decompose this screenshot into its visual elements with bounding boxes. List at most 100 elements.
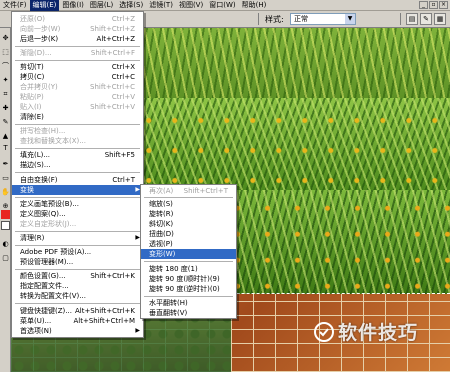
style-select-value: 正常 xyxy=(294,15,308,23)
stamp-tool-icon[interactable]: ▲ xyxy=(1,132,10,141)
options-divider xyxy=(400,13,401,25)
menu-item-rotate-90-cw[interactable]: 旋转 90 度(顺时针)(9) xyxy=(141,274,236,284)
menu-item-fill[interactable]: 填充(L)... Shift+F5 xyxy=(12,150,143,160)
brush-tool-icon[interactable]: ✎ xyxy=(1,118,10,127)
menu-separator xyxy=(15,124,140,125)
menu-item-undo[interactable]: 还原(O) Ctrl+Z xyxy=(12,14,143,24)
menu-item-flip-vertical[interactable]: 垂直翻转(V) xyxy=(141,308,236,318)
move-tool-icon[interactable]: ✥ xyxy=(1,34,10,43)
menu-separator xyxy=(15,197,140,198)
menu-edit[interactable]: 编辑(E) xyxy=(29,0,60,11)
shape-tool-icon[interactable]: ▭ xyxy=(1,174,10,183)
menu-separator xyxy=(15,172,140,173)
menu-separator xyxy=(15,245,140,246)
menu-item-perspective[interactable]: 透视(P) xyxy=(141,239,236,249)
menu-view[interactable]: 视图(V) xyxy=(176,0,206,11)
menu-separator xyxy=(15,148,140,149)
menu-item-free-transform[interactable]: 自由变换(F) Ctrl+T xyxy=(12,175,143,185)
menu-item-copy-merged[interactable]: 合并拷贝(Y) Shift+Ctrl+C xyxy=(12,82,143,92)
menu-item-paste-into[interactable]: 贴入(I) Shift+Ctrl+V xyxy=(12,102,143,112)
background-color-swatch[interactable] xyxy=(1,221,10,230)
lasso-tool-icon[interactable]: ⌒ xyxy=(1,62,10,71)
menu-item-step-backward[interactable]: 后退一步(K) Alt+Ctrl+Z xyxy=(12,34,143,44)
menu-item-skew[interactable]: 斜切(K) xyxy=(141,219,236,229)
menu-item-paste[interactable]: 粘贴(P) Ctrl+V xyxy=(12,92,143,102)
marquee-tool-icon[interactable]: ⬚ xyxy=(1,48,10,57)
brush-panel-icon[interactable]: ✎ xyxy=(420,13,432,25)
watermark-logo-icon xyxy=(314,321,334,342)
menu-separator xyxy=(15,46,140,47)
edit-menu: 还原(O) Ctrl+Z 向前一步(W) Shift+Ctrl+Z 后退一步(K) A… xyxy=(11,11,144,338)
menu-item-copy[interactable]: 拷贝(C) Ctrl+C xyxy=(12,72,143,82)
menubar: 文件(F) 编辑(E) 图像(I) 图层(L) 选择(S) 滤镜(T) 视图(V… xyxy=(0,0,450,11)
menu-select[interactable]: 选择(S) xyxy=(116,0,146,11)
menu-item-menus[interactable]: 菜单(U)... Alt+Shift+Ctrl+M xyxy=(12,316,143,326)
toolbox: ✥ ⬚ ⌒ ✦ ⌗ ✚ ✎ ▲ T ✒ ▭ ✋ ⊕ ◐ ▢ xyxy=(0,28,11,372)
quick-mask-icon[interactable]: ◐ xyxy=(1,240,10,249)
foreground-color-swatch[interactable] xyxy=(1,210,10,219)
menu-filter[interactable]: 滤镜(T) xyxy=(146,0,176,11)
style-select[interactable]: 正常 ▼ xyxy=(290,13,356,25)
style-label: 样式: xyxy=(265,15,284,24)
menu-item-stroke[interactable]: 描边(S)... xyxy=(12,160,143,170)
menu-item-convert-profile[interactable]: 转换为配置文件(V)... xyxy=(12,291,143,301)
menu-separator xyxy=(144,261,233,262)
menu-item-define-brush[interactable]: 定义画笔预设(B)... xyxy=(12,199,143,209)
window-controls: _ ▫ × xyxy=(419,1,448,9)
menu-item-color-settings[interactable]: 颜色设置(G)... Shift+Ctrl+K xyxy=(12,271,143,281)
menu-item-find-replace[interactable]: 查找和替换文本(X)... xyxy=(12,136,143,146)
menu-item-fade[interactable]: 渐隐(D)... Shift+Ctrl+F xyxy=(12,48,143,58)
menu-layer[interactable]: 图层(L) xyxy=(87,0,116,11)
menu-window[interactable]: 窗口(W) xyxy=(206,0,238,11)
screen-mode-icon[interactable]: ▢ xyxy=(1,254,10,263)
menu-item-preferences[interactable]: 首选项(N) ▶ xyxy=(12,326,143,336)
menu-item-purge[interactable]: 清理(R) ▶ xyxy=(12,233,143,243)
menu-image[interactable]: 图像(I) xyxy=(59,0,87,11)
menu-item-rotate-180[interactable]: 旋转 180 度(1) xyxy=(141,264,236,274)
menu-separator xyxy=(15,231,140,232)
menu-item-rotate[interactable]: 旋转(R) xyxy=(141,209,236,219)
menu-item-distort[interactable]: 扭曲(D) xyxy=(141,229,236,239)
options-divider xyxy=(258,13,259,25)
menu-item-check-spelling[interactable]: 拼写检查(H)... xyxy=(12,126,143,136)
menu-item-warp[interactable]: 变形(W) xyxy=(141,249,236,259)
menu-item-define-shape[interactable]: 定义自定形状(J)... xyxy=(12,219,143,229)
menu-file[interactable]: 文件(F) xyxy=(0,0,30,11)
menu-help[interactable]: 帮助(H) xyxy=(239,0,270,11)
menu-item-cut[interactable]: 剪切(T) Ctrl+X xyxy=(12,62,143,72)
pen-tool-icon[interactable]: ✒ xyxy=(1,160,10,169)
menu-item-again[interactable]: 再次(A) Shift+Ctrl+T xyxy=(141,186,236,196)
watermark: 软件技巧 xyxy=(314,318,418,345)
menu-separator xyxy=(144,197,233,198)
menu-item-scale[interactable]: 缩放(S) xyxy=(141,199,236,209)
transform-submenu: 再次(A) Shift+Ctrl+T 缩放(S) 旋转(R) 斜切(K) 扭曲(D… xyxy=(140,184,237,319)
menu-separator xyxy=(15,303,140,304)
menu-item-flip-horizontal[interactable]: 水平翻转(H) xyxy=(141,298,236,308)
menu-separator xyxy=(15,269,140,270)
chevron-down-icon[interactable]: ▼ xyxy=(345,14,355,24)
restore-icon[interactable]: ▫ xyxy=(429,1,438,9)
menu-item-step-forward[interactable]: 向前一步(W) Shift+Ctrl+Z xyxy=(12,24,143,34)
minimize-icon[interactable]: _ xyxy=(419,1,428,9)
palette-well-icon[interactable]: ▤ xyxy=(406,13,418,25)
magic-wand-tool-icon[interactable]: ✦ xyxy=(1,76,10,85)
menu-item-keyboard-shortcuts[interactable]: 键盘快捷键(Z)... Alt+Shift+Ctrl+K xyxy=(12,306,143,316)
close-icon[interactable]: × xyxy=(439,1,448,9)
text-tool-icon[interactable]: T xyxy=(1,144,10,153)
menu-separator xyxy=(15,60,140,61)
options-icons: ▤ ✎ ▦ xyxy=(406,13,446,25)
hand-tool-icon[interactable]: ✋ xyxy=(1,188,10,197)
tool-presets-icon[interactable]: ▦ xyxy=(434,13,446,25)
menu-item-preset-manager[interactable]: 预设管理器(M)... xyxy=(12,257,143,267)
menu-separator xyxy=(144,296,233,297)
crop-tool-icon[interactable]: ⌗ xyxy=(1,90,10,99)
healing-tool-icon[interactable]: ✚ xyxy=(1,104,10,113)
menu-item-clear[interactable]: 清除(E) xyxy=(12,112,143,122)
menu-item-assign-profile[interactable]: 指定配置文件... xyxy=(12,281,143,291)
watermark-text: 软件技巧 xyxy=(338,322,419,344)
menu-item-rotate-90-ccw[interactable]: 旋转 90 度(逆时针)(0) xyxy=(141,284,236,294)
menu-item-define-pattern[interactable]: 定义图案(Q)... xyxy=(12,209,143,219)
submenu-arrow-icon: ▶ xyxy=(135,327,140,334)
menu-item-transform[interactable]: 变换 ▶ xyxy=(12,185,143,195)
menu-item-pdf-presets[interactable]: Adobe PDF 预设(A)... xyxy=(12,247,143,257)
